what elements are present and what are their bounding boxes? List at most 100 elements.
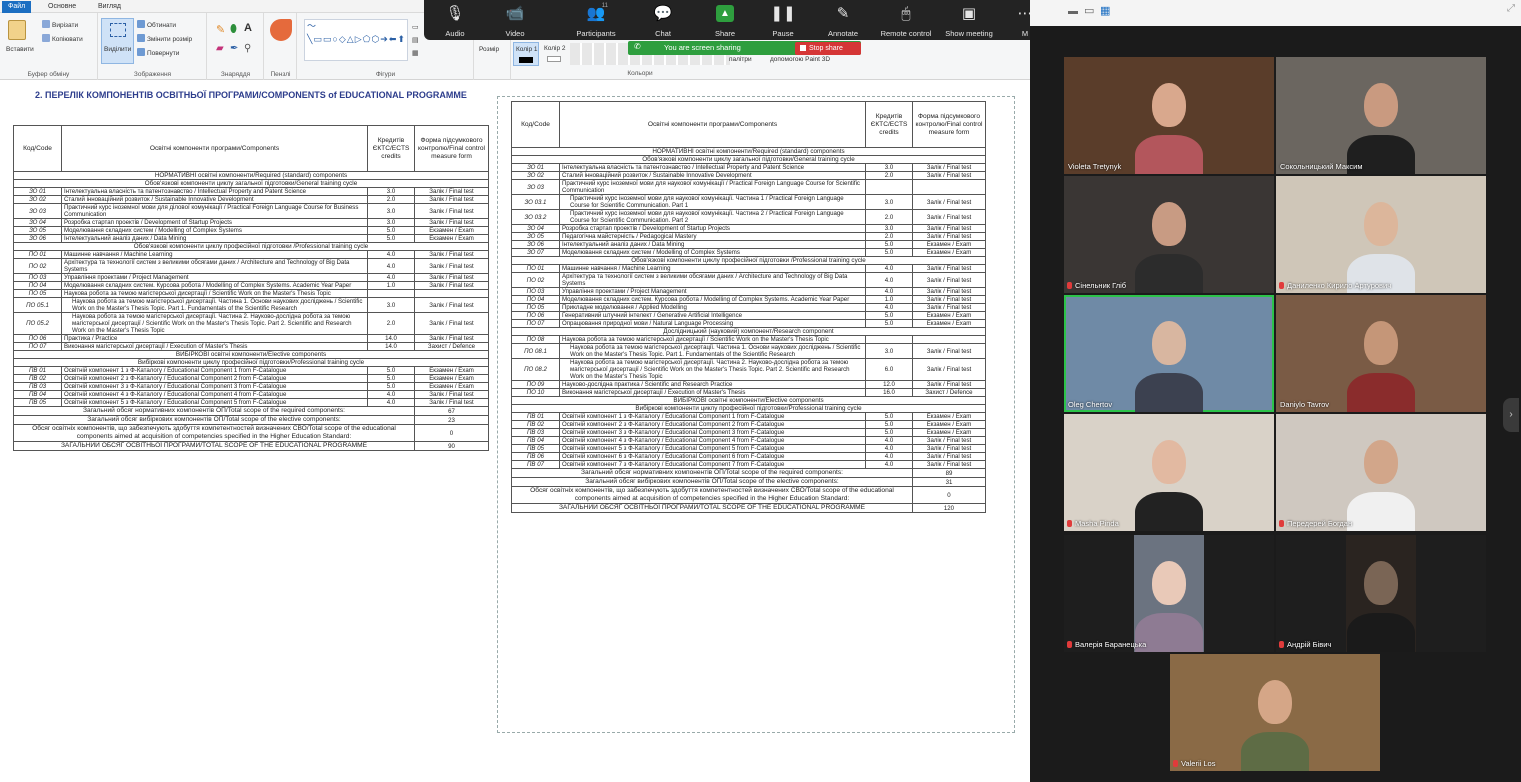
component-code: ЗО 03.1 xyxy=(511,194,560,210)
paste-button[interactable]: Вставити xyxy=(6,45,34,54)
ects-credits: 4.0 xyxy=(367,273,415,282)
control-form: Захист / Defence xyxy=(414,342,489,351)
participant-tile[interactable]: Сінельник Гліб xyxy=(1064,176,1274,293)
next-page-arrow-icon[interactable]: › xyxy=(1503,398,1519,432)
toolbar-pause-button[interactable]: ❚❚ Pause xyxy=(754,0,812,40)
toolbar-annotate-button[interactable]: ✎ Annotate xyxy=(814,0,872,40)
component-name: Генеративний штучний інтелект / Generati… xyxy=(559,311,866,320)
component-code: ПВ 06 xyxy=(511,452,560,461)
participant-tile[interactable]: Oleg Chertov xyxy=(1064,295,1274,412)
ects-credits: 3.0 xyxy=(367,218,415,227)
table-row: ПО 04 Моделювання складних систем. Курсов… xyxy=(13,281,489,290)
toolbar-video-button[interactable]: 📹 Video xyxy=(486,0,544,40)
toolbar-show-meeting-button[interactable]: ▣ Show meeting xyxy=(939,0,999,40)
rotate-button[interactable]: Повернути xyxy=(137,48,179,58)
ects-credits: 5.0 xyxy=(865,428,913,437)
control-form: Залік / Final test xyxy=(912,380,986,389)
muted-mic-icon xyxy=(1173,760,1178,767)
magnifier-icon[interactable]: ⚲ xyxy=(244,43,251,54)
control-form: Залік / Final test xyxy=(912,264,986,273)
stop-share-button[interactable]: Stop share xyxy=(795,42,861,55)
tab-view[interactable]: Вигляд xyxy=(92,1,127,13)
participant-tile[interactable]: Daniylo Tavrov xyxy=(1276,295,1486,412)
ects-credits: 3.0 xyxy=(367,297,415,313)
muted-mic-icon xyxy=(1067,520,1072,527)
toolbar-participants-button[interactable]: 👥 Participants 11 xyxy=(558,0,634,40)
participant-tile[interactable]: Валерія Баранецька xyxy=(1064,535,1274,652)
section-title: Обов'язкові компоненти циклу професійної… xyxy=(511,256,986,265)
component-code: ЗО 03 xyxy=(13,203,62,219)
component-code: ПО 07 xyxy=(13,342,62,351)
text-tool-icon[interactable]: A xyxy=(244,22,252,34)
participant-tile[interactable]: Передерей Богдан xyxy=(1276,414,1486,531)
tab-file[interactable]: Файл xyxy=(2,1,32,13)
component-code: ЗО 03.2 xyxy=(511,209,560,225)
color-picker-icon[interactable]: ✒ xyxy=(230,43,238,54)
toolbar-audio-button[interactable]: 🎙 Audio xyxy=(426,0,484,40)
total-value: 0 xyxy=(912,486,986,504)
ects-credits xyxy=(865,335,913,344)
participant-video xyxy=(1241,732,1309,771)
participant-tile[interactable]: Даниленко Кирило Артурович xyxy=(1276,176,1486,293)
column-header: Код/Code xyxy=(13,125,62,172)
paint-canvas[interactable]: 2. ПЕРЕЛІК КОМПОНЕНТІВ ОСВІТНЬОЇ ПРОГРАМ… xyxy=(0,81,1030,782)
fill-icon[interactable]: ⬮ xyxy=(230,23,237,36)
component-code: ПО 04 xyxy=(13,281,62,290)
components-table-left: Код/Code Освітні компоненти програми/Comp… xyxy=(13,125,489,451)
ects-credits: 3.0 xyxy=(367,203,415,219)
copy-button[interactable]: Копіювати xyxy=(42,34,83,44)
component-code: ПО 04 xyxy=(511,295,560,304)
ects-credits: 3.0 xyxy=(865,343,913,359)
crop-button[interactable]: Обтинати xyxy=(137,20,176,30)
paint3d-button[interactable]: допомогою Paint 3D xyxy=(770,55,830,64)
expand-icon[interactable]: ⤢ xyxy=(1507,3,1515,14)
participant-tile[interactable]: Masha Pinda xyxy=(1064,414,1274,531)
table-row: ПО 06 Генеративний штучний інтелект / Gen… xyxy=(511,311,986,320)
shape-gallery[interactable]: 〜╲▭▭○◇△▷⬠⬡➔⬅⬆⬇✦☆♡⌓ xyxy=(304,19,408,61)
control-form: Залік / Final test xyxy=(912,287,986,296)
participant-name: Передерей Богдан xyxy=(1287,519,1353,528)
eraser-icon[interactable]: ▰ xyxy=(216,43,224,54)
ects-credits: 5.0 xyxy=(865,420,913,429)
section-row: Обов'язкові компоненти циклу загальної п… xyxy=(511,155,986,164)
column-header: Освітні компоненти програми/Components xyxy=(559,101,866,148)
ects-credits xyxy=(865,179,913,195)
toolbar-remote-control-button[interactable]: 🖱 Remote control xyxy=(874,0,938,40)
speaker-view-icon[interactable]: ▭ xyxy=(1084,4,1094,17)
ects-credits: 3.0 xyxy=(367,187,415,196)
minimize-icon[interactable]: ▬ xyxy=(1068,6,1078,17)
toolbar-chat-button[interactable]: 💬 Chat xyxy=(634,0,692,40)
select-button[interactable]: Виділити xyxy=(101,18,134,64)
participant-tile[interactable]: Сокольницький Максим xyxy=(1276,57,1486,174)
gallery-grid-icon[interactable]: ▦ xyxy=(1100,4,1110,17)
brush-icon[interactable] xyxy=(270,19,292,41)
participant-tile[interactable]: Valerii Los xyxy=(1170,654,1380,771)
total-row: Загальний обсяг вибіркових компонентів О… xyxy=(511,477,986,487)
participant-count-badge: 11 xyxy=(601,3,608,9)
control-form: Залік / Final test xyxy=(912,171,986,180)
resize-button[interactable]: Змінити розмір xyxy=(137,34,192,44)
pencil-icon[interactable]: ✎ xyxy=(216,23,225,36)
section-title: НОРМАТИВНІ освітні компоненти/Required (… xyxy=(511,147,986,156)
component-name: Практичний курс іноземної мови для науко… xyxy=(559,209,866,225)
component-name: Освітній компонент 2 з Ф-Каталогу / Educ… xyxy=(61,374,368,383)
paste-icon xyxy=(8,20,26,40)
component-name: Прикладне моделювання / Applied Modellin… xyxy=(559,303,866,312)
sharing-indicator-icon: ✆ xyxy=(634,42,641,51)
toolbar-share-button[interactable]: ▲ Share xyxy=(696,0,754,40)
cut-button[interactable]: Вирізати xyxy=(42,20,78,30)
tab-home[interactable]: Основне xyxy=(42,1,82,13)
participant-name: Даниленко Кирило Артурович xyxy=(1287,281,1392,290)
component-name: Освітній компонент 4 з Ф-Каталогу / Educ… xyxy=(61,390,368,399)
participant-name: Сінельник Гліб xyxy=(1075,281,1127,290)
rotate-label: Повернути xyxy=(147,50,180,57)
color2-button[interactable]: Колір 2 xyxy=(542,42,568,66)
participant-tile[interactable]: Violeta Tretynyk xyxy=(1064,57,1274,174)
size-button[interactable]: Розмір xyxy=(479,45,499,54)
total-value: 31 xyxy=(912,477,986,487)
color1-button[interactable]: Колір 1 xyxy=(513,42,539,66)
table-row: ПВ 07 Освітній компонент 7 з Ф-Каталогу /… xyxy=(511,460,986,469)
table-row: ПО 07 Виконання магістерської дисертації … xyxy=(13,342,489,351)
participant-tile[interactable]: Андрій Бівич xyxy=(1276,535,1486,652)
screen-sharing-label: You are screen sharing xyxy=(664,43,741,52)
